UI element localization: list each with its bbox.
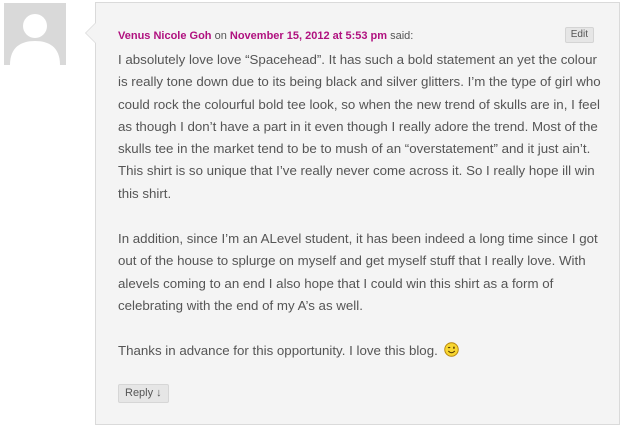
comment-paragraph-2: In addition, since I’m an ALevel student…	[118, 231, 598, 313]
edit-button[interactable]: Edit	[564, 27, 594, 43]
comment-meta: Venus Nicole Goh on November 15, 2012 at…	[118, 30, 413, 42]
meta-on-text: on	[211, 30, 230, 42]
comment-paragraph-3-text: Thanks in advance for this opportunity. …	[118, 343, 438, 358]
comment-date-link[interactable]: November 15, 2012 at 5:53 pm	[230, 30, 387, 42]
avatar	[4, 3, 66, 65]
comment-box: Venus Nicole Goh on November 15, 2012 at…	[85, 2, 620, 425]
comment-author-link[interactable]: Venus Nicole Goh	[118, 30, 212, 42]
default-avatar-icon	[4, 3, 66, 65]
comment-paragraph-3: Thanks in advance for this opportunity. …	[118, 340, 608, 362]
reply-button[interactable]: Reply ↓	[118, 384, 169, 403]
wink-smiley-icon	[443, 342, 459, 357]
meta-said-text: said:	[387, 30, 414, 42]
comment-paragraph-1: I absolutely love love “Spacehead”. It h…	[118, 52, 601, 201]
